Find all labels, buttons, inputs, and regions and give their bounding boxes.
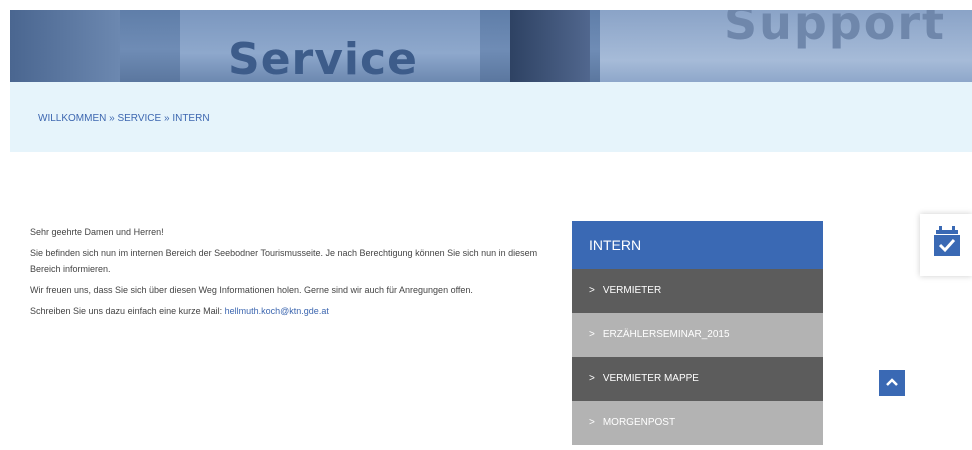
breadcrumb: WILLKOMMEN » SERVICE » INTERN xyxy=(38,113,210,124)
chevron-right-icon: > xyxy=(589,285,595,296)
chevron-right-icon: > xyxy=(589,329,595,340)
hero-panel-left xyxy=(10,10,120,82)
breadcrumb-item-intern: INTERN xyxy=(172,113,210,124)
breadcrumb-item-willkommen[interactable]: WILLKOMMEN xyxy=(38,113,106,124)
chevron-up-icon xyxy=(886,378,898,386)
hero-panel-dark xyxy=(510,10,590,82)
email-link[interactable]: hellmuth.koch@ktn.gde.at xyxy=(225,306,329,316)
sidebar-item-erzaehlerseminar[interactable]: > ERZÄHLERSEMINAR_2015 xyxy=(572,313,823,357)
sidebar-item-vermieter-mappe[interactable]: > VERMIETER MAPPE xyxy=(572,357,823,401)
sidebar-item-vermieter[interactable]: > VERMIETER xyxy=(572,269,823,313)
hero-banner: Service Support xyxy=(10,10,972,82)
greeting-text: Sehr geehrte Damen und Herren! xyxy=(30,227,164,237)
sidebar-item-label: MORGENPOST xyxy=(602,417,676,428)
sidebar-item-label: VERMIETER MAPPE xyxy=(602,373,699,384)
breadcrumb-item-service[interactable]: SERVICE xyxy=(117,113,161,124)
main-content: Sehr geehrte Damen und Herren! Sie befin… xyxy=(30,224,550,324)
chevron-right-icon: > xyxy=(589,373,595,384)
calendar-check-icon xyxy=(934,226,960,256)
intro-paragraph: Sie befinden sich nun im internen Bereic… xyxy=(30,248,538,274)
sidebar-item-label: ERZÄHLERSEMINAR_2015 xyxy=(602,329,730,340)
sidebar-item-label: VERMIETER xyxy=(602,285,662,296)
sidebar-menu: INTERN > VERMIETER > ERZÄHLERSEMINAR_2015 … xyxy=(572,221,823,445)
chevron-right-icon: > xyxy=(589,417,595,428)
contact-paragraph: Schreiben Sie uns dazu einfach eine kurz… xyxy=(30,303,550,319)
breadcrumb-separator: » xyxy=(109,113,115,124)
scroll-to-top-button[interactable] xyxy=(879,370,905,396)
sidebar-item-morgenpost[interactable]: > MORGENPOST xyxy=(572,401,823,445)
calendar-widget-button[interactable] xyxy=(920,214,972,276)
contact-text: Schreiben Sie uns dazu einfach eine kurz… xyxy=(30,306,225,316)
breadcrumb-bar: WILLKOMMEN » SERVICE » INTERN xyxy=(10,82,972,152)
breadcrumb-separator: » xyxy=(163,113,170,124)
sidebar-title: INTERN xyxy=(572,221,823,269)
hero-support-word: Support xyxy=(724,10,947,50)
hero-service-word: Service xyxy=(228,34,418,82)
info-paragraph: Wir freuen uns, dass Sie sich über diese… xyxy=(30,285,473,295)
